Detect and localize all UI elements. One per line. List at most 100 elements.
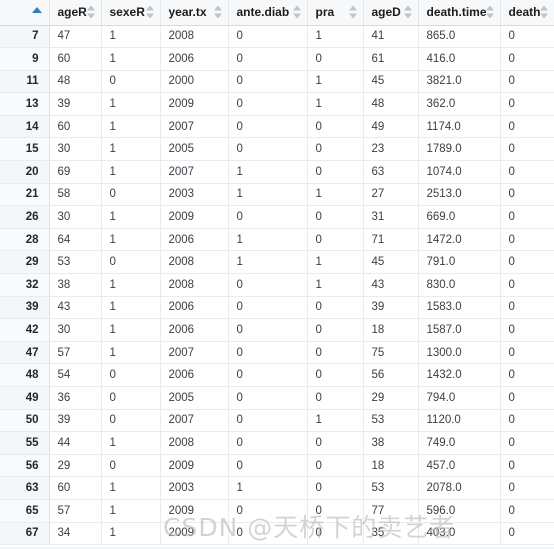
table-row[interactable]: 55 44 1 2008 0 0 38 749.0 0 [0,431,554,455]
row-index-cell: 26 [0,205,50,229]
cell-sexeR: 1 [101,476,161,500]
table-row[interactable]: 63 60 1 2003 1 0 53 2078.0 0 [0,476,554,500]
table-row[interactable]: 14 60 1 2007 0 0 49 1174.0 0 [0,115,554,139]
column-header-ageD[interactable]: ageD [363,0,419,26]
cell-ante-diab: 1 [228,160,308,184]
cell-sexeR: 1 [101,499,161,523]
table-row[interactable]: 28 64 1 2006 1 0 71 1472.0 0 [0,228,554,252]
cell-pra: 1 [307,183,364,207]
row-index-cell: 15 [0,137,50,162]
column-header-label: ageR [57,5,87,20]
cell-ageD: 56 [363,363,419,387]
cell-death-time: 596.0 [418,499,501,523]
cell-year-tx: 2006 [160,363,229,387]
table-row[interactable]: 67 34 1 2009 0 0 35 403.0 0 [0,522,554,546]
cell-sexeR: 0 [101,250,161,275]
table-row[interactable]: 56 29 0 2009 0 0 18 457.0 0 [0,454,554,478]
sort-ascending-icon[interactable] [31,7,42,13]
row-index-cell: 39 [0,296,50,320]
column-header-index[interactable] [0,0,50,26]
cell-sexeR: 1 [101,296,161,320]
column-header-ageR[interactable]: ageR [49,0,102,26]
cell-sexeR: 1 [101,205,161,229]
sort-toggle-icon[interactable] [86,5,96,19]
cell-death-time: 1174.0 [418,115,501,139]
cell-ante-diab: 0 [228,137,308,162]
cell-ante-diab: 0 [228,499,308,523]
table-row[interactable]: 13 39 1 2009 0 1 48 362.0 0 [0,92,554,116]
cell-death-time: 830.0 [418,273,501,297]
cell-year-tx: 2006 [160,47,229,71]
cell-year-tx: 2005 [160,386,229,410]
column-header-death[interactable]: death [500,0,554,26]
cell-ageD: 23 [363,137,419,162]
sort-toggle-icon[interactable] [540,5,549,19]
table-row[interactable]: 42 30 1 2006 0 0 18 1587.0 0 [0,318,554,342]
cell-ante-diab: 0 [228,454,308,478]
cell-death-time: 1120.0 [418,409,501,433]
cell-year-tx: 2009 [160,499,229,523]
table-row[interactable]: 21 58 0 2003 1 1 27 2513.0 0 [0,183,554,207]
table-row[interactable]: 20 69 1 2007 1 0 63 1074.0 0 [0,160,554,184]
column-header-pra[interactable]: pra [307,0,364,26]
table-row[interactable]: 50 39 0 2007 0 1 53 1120.0 0 [0,409,554,433]
table-row[interactable]: 9 60 1 2006 0 0 61 416.0 0 [0,47,554,71]
table-row[interactable]: 48 54 0 2006 0 0 56 1432.0 0 [0,363,554,387]
cell-death-time: 1472.0 [418,228,501,252]
cell-sexeR: 1 [101,228,161,252]
table-row[interactable]: 29 53 0 2008 1 1 45 791.0 0 [0,250,554,275]
cell-ageD: 38 [363,431,419,455]
cell-ante-diab: 0 [228,115,308,139]
cell-ante-diab: 0 [228,205,308,229]
column-header-label: death.time [426,5,487,20]
table-row[interactable]: 65 57 1 2009 0 0 77 596.0 0 [0,499,554,523]
table-row[interactable]: 49 36 0 2005 0 0 29 794.0 0 [0,386,554,410]
cell-sexeR: 0 [101,386,161,410]
cell-pra: 0 [307,499,364,523]
cell-ageD: 53 [363,476,419,500]
cell-ageR: 57 [49,341,102,365]
column-header-ante-diab[interactable]: ante.diab [228,0,308,26]
cell-sexeR: 0 [101,70,161,94]
table-row[interactable]: 47 57 1 2007 0 0 75 1300.0 0 [0,341,554,365]
table-row[interactable]: 26 30 1 2009 0 0 31 669.0 0 [0,205,554,229]
cell-pra: 1 [307,409,364,433]
column-header-death-time[interactable]: death.time [418,0,501,26]
cell-pra: 1 [307,70,364,94]
cell-sexeR: 0 [101,454,161,478]
cell-ageR: 39 [49,409,102,433]
table-row[interactable]: 15 30 1 2005 0 0 23 1789.0 0 [0,137,554,162]
cell-pra: 0 [307,137,364,162]
cell-year-tx: 2008 [160,431,229,455]
cell-year-tx: 2003 [160,183,229,207]
table-row[interactable]: 32 38 1 2008 0 1 43 830.0 0 [0,273,554,297]
row-index-cell: 56 [0,454,50,478]
cell-pra: 0 [307,386,364,410]
cell-ageR: 44 [49,431,102,455]
row-index-cell: 14 [0,115,50,139]
cell-death: 0 [500,137,554,162]
table-row[interactable]: 7 47 1 2008 0 1 41 865.0 0 [0,25,554,49]
cell-ante-diab: 0 [228,70,308,94]
cell-ageR: 53 [49,250,102,275]
cell-year-tx: 2003 [160,476,229,500]
sort-toggle-icon[interactable] [485,5,495,19]
cell-sexeR: 1 [101,47,161,71]
cell-ageR: 54 [49,363,102,387]
header-row: ageR sexeR year.tx ante.diab pra ageD de… [0,0,554,26]
cell-death-time: 749.0 [418,431,501,455]
column-header-sexeR[interactable]: sexeR [101,0,161,26]
sort-toggle-icon[interactable] [145,5,155,19]
row-index-cell: 32 [0,273,50,297]
row-index-cell: 67 [0,522,50,546]
table-row[interactable]: 39 43 1 2006 0 0 39 1583.0 0 [0,296,554,320]
table-row[interactable]: 11 48 0 2000 0 1 45 3821.0 0 [0,70,554,94]
sort-toggle-icon[interactable] [403,5,413,19]
cell-ageD: 31 [363,205,419,229]
sort-toggle-icon[interactable] [348,5,358,19]
sort-toggle-icon[interactable] [292,5,302,19]
column-header-year-tx[interactable]: year.tx [160,0,229,26]
cell-death: 0 [500,115,554,139]
sort-toggle-icon[interactable] [213,5,223,19]
cell-death-time: 794.0 [418,386,501,410]
